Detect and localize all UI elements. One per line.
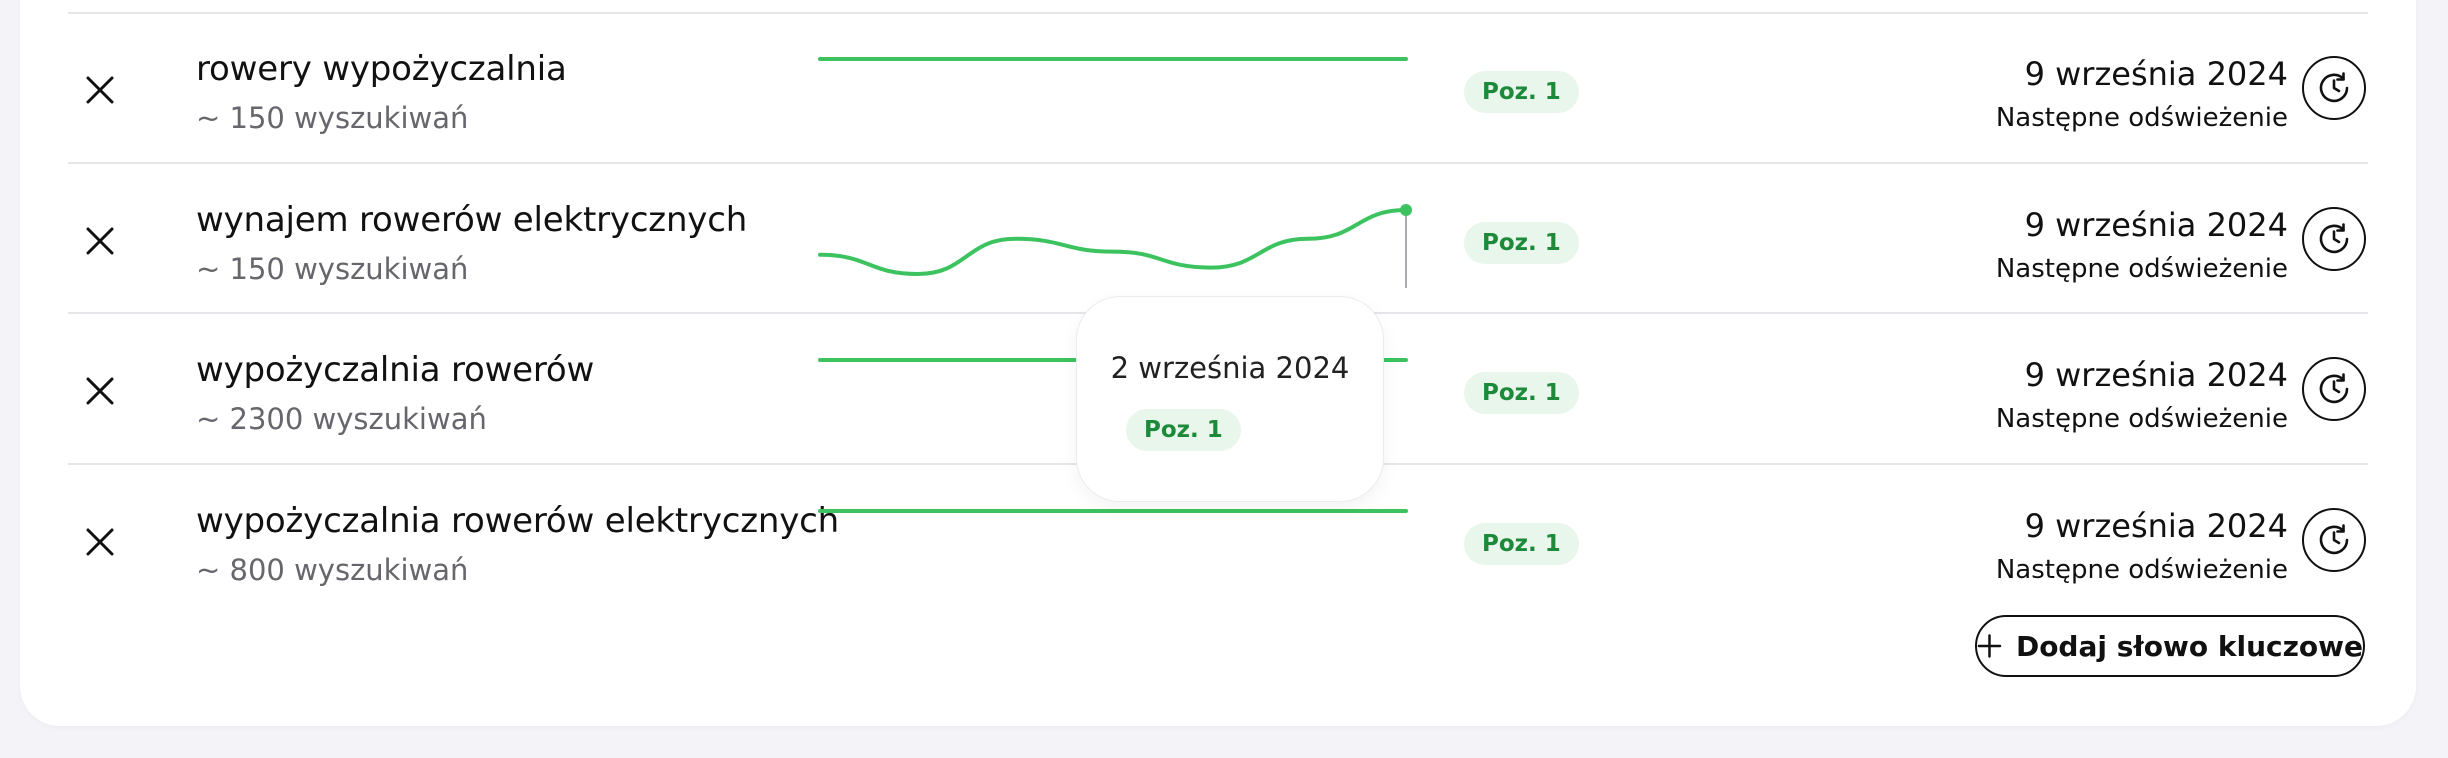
search-volume: ~ 150 wyszukiwań bbox=[196, 101, 469, 135]
plus-icon bbox=[1977, 634, 2002, 658]
position-badge: Poz. 1 bbox=[1464, 523, 1579, 565]
position-trend-sparkline[interactable] bbox=[818, 23, 1420, 163]
next-refresh-label: Następne odświeżenie bbox=[1995, 103, 2288, 133]
search-volume: ~ 150 wyszukiwań bbox=[196, 252, 469, 286]
keyword-name: wynajem rowerów elektrycznych bbox=[196, 200, 748, 240]
position-badge: Poz. 1 bbox=[1464, 222, 1579, 264]
next-refresh-label: Następne odświeżenie bbox=[1995, 555, 2288, 585]
search-volume: ~ 2300 wyszukiwań bbox=[196, 402, 487, 436]
next-refresh-date: 9 września 2024 bbox=[2024, 507, 2288, 545]
next-refresh-label: Następne odświeżenie bbox=[1995, 254, 2288, 284]
refresh-button[interactable] bbox=[2302, 357, 2366, 421]
keyword-row: wynajem rowerów elektrycznych ~ 150 wysz… bbox=[0, 164, 2448, 314]
refresh-button[interactable] bbox=[2302, 508, 2366, 572]
trend-tooltip: 2 września 2024 Poz. 1 bbox=[1076, 296, 1384, 502]
position-badge: Poz. 1 bbox=[1464, 372, 1579, 414]
add-keyword-button[interactable]: Dodaj słowo kluczowe bbox=[1975, 615, 2365, 677]
clock-refresh-icon bbox=[2319, 524, 2349, 555]
clock-refresh-icon bbox=[2319, 223, 2349, 254]
next-refresh-date: 9 września 2024 bbox=[2024, 206, 2288, 244]
tooltip-position-badge: Poz. 1 bbox=[1126, 409, 1241, 451]
remove-keyword-button[interactable] bbox=[78, 369, 122, 413]
clock-refresh-icon bbox=[2319, 373, 2349, 404]
keyword-name: rowery wypożyczalnia bbox=[196, 49, 567, 89]
close-icon bbox=[86, 76, 114, 104]
refresh-button[interactable] bbox=[2302, 56, 2366, 120]
keyword-name: wypożyczalnia rowerów bbox=[196, 350, 595, 390]
remove-keyword-button[interactable] bbox=[78, 219, 122, 263]
refresh-button[interactable] bbox=[2302, 207, 2366, 271]
keyword-name: wypożyczalnia rowerów elektrycznych bbox=[196, 501, 840, 541]
remove-keyword-button[interactable] bbox=[78, 520, 122, 564]
remove-keyword-button[interactable] bbox=[78, 68, 122, 112]
clock-refresh-icon bbox=[2319, 72, 2349, 103]
close-icon bbox=[86, 528, 114, 556]
add-keyword-label: Dodaj słowo kluczowe bbox=[2015, 629, 2363, 663]
position-trend-sparkline[interactable] bbox=[818, 174, 1420, 314]
search-volume: ~ 800 wyszukiwań bbox=[196, 553, 469, 587]
close-icon bbox=[86, 227, 114, 255]
trend-line bbox=[818, 208, 1408, 277]
tooltip-date: 2 września 2024 bbox=[1110, 351, 1350, 385]
next-refresh-date: 9 września 2024 bbox=[2024, 55, 2288, 93]
position-badge: Poz. 1 bbox=[1464, 71, 1579, 113]
next-refresh-date: 9 września 2024 bbox=[2024, 356, 2288, 394]
next-refresh-label: Następne odświeżenie bbox=[1995, 404, 2288, 434]
close-icon bbox=[86, 377, 114, 405]
keyword-row: rowery wypożyczalnia ~ 150 wyszukiwań Po… bbox=[0, 13, 2448, 163]
hover-point bbox=[1400, 204, 1412, 216]
